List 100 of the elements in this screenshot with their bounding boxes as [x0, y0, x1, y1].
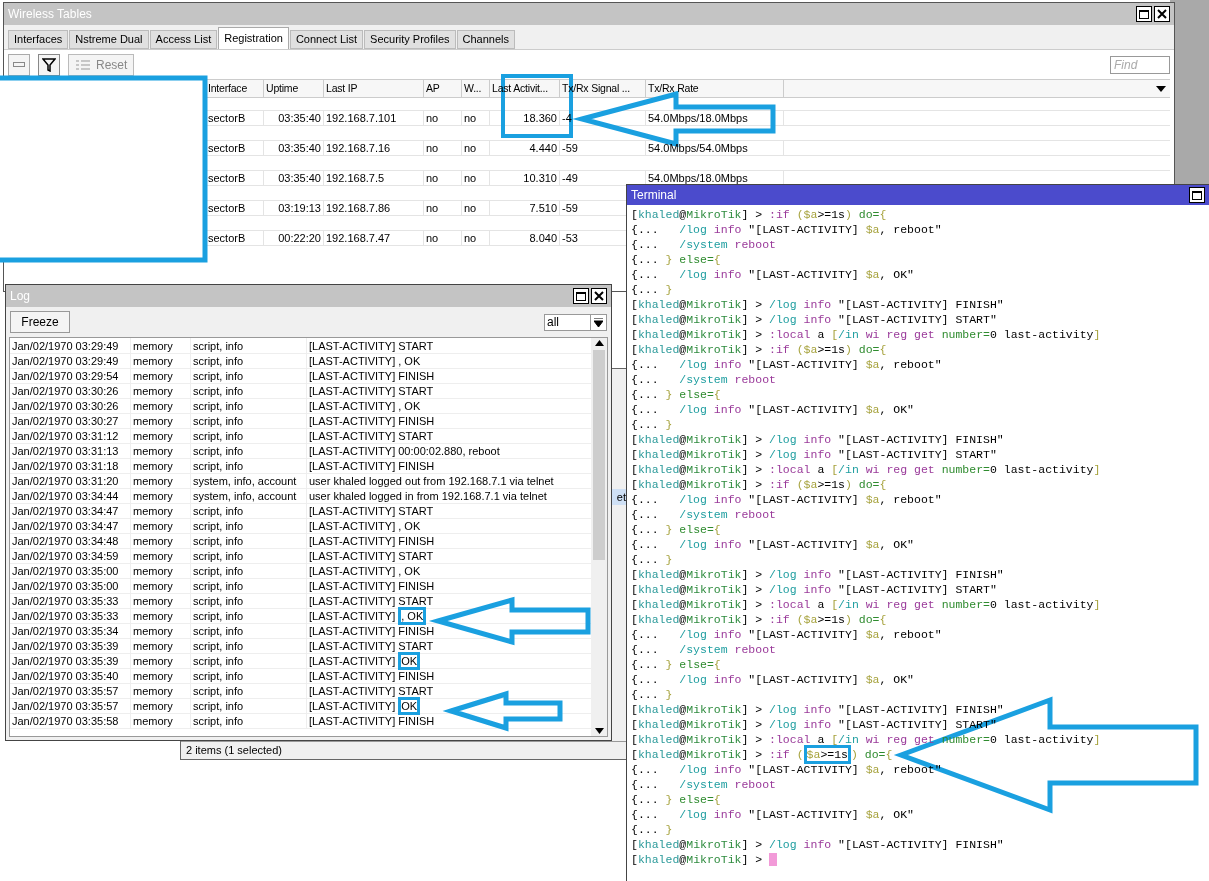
table-cell: memory — [131, 637, 191, 655]
maximize-button[interactable] — [1189, 187, 1205, 203]
table-cell: memory — [131, 562, 191, 580]
tab[interactable]: Interfaces — [8, 30, 69, 49]
tab[interactable]: Security Profiles — [364, 30, 456, 49]
terminal-line: {... /system reboot — [631, 777, 776, 792]
terminal-line: [khaled@MikroTik] > :if ($a>=1s) do={ — [631, 342, 887, 357]
close-button[interactable] — [591, 288, 607, 304]
table-cell-text: 03:35:40 — [278, 110, 321, 126]
table-cell: script, info — [191, 517, 307, 535]
terminal-line: {... } else={ — [631, 387, 721, 402]
table-cell-text: [LAST-ACTIVITY] , OK — [308, 518, 422, 534]
tab[interactable]: Registration — [218, 27, 289, 49]
terminal-line: {... /log info "[LAST-ACTIVITY] $a, reboot" — [631, 627, 942, 642]
table-cell: Jan/02/1970 03:31:12 — [10, 427, 131, 445]
column-header[interactable]: W... — [462, 80, 490, 97]
table-cell: script, info — [191, 607, 307, 625]
table-cell: memory — [131, 487, 191, 505]
maximize-button[interactable] — [573, 288, 589, 304]
table-cell-text: [LAST-ACTIVITY] START — [308, 683, 435, 699]
scrollbar-thumb[interactable] — [593, 350, 605, 560]
column-header[interactable]: Tx/Rx Rate — [646, 80, 784, 97]
filter-dropdown[interactable]: all — [544, 313, 607, 331]
table-cell: memory — [131, 457, 191, 475]
column-header[interactable]: AP — [424, 80, 462, 97]
terminal-line: {... } else={ — [631, 792, 721, 807]
table-cell-text: et — [616, 490, 626, 505]
terminal-line: [khaled@MikroTik] > /log info "[LAST-ACTIVITY] START" — [631, 447, 997, 462]
table-cell: script, info — [191, 682, 307, 700]
table-cell: Jan/02/1970 03:30:26 — [10, 397, 131, 415]
tab[interactable]: Nstreme Dual — [69, 30, 149, 49]
terminal-line: {... /log info "[LAST-ACTIVITY] $a, reboot" — [631, 492, 942, 507]
table-cell: memory — [131, 532, 191, 550]
table-cell-text: [LAST-ACTIVITY] FINISH — [308, 533, 436, 549]
terminal-line: [khaled@MikroTik] > :if ($a>=1s) do={ — [631, 207, 887, 222]
table-cell: Jan/02/1970 03:35:33 — [10, 607, 131, 625]
table-cell: memory — [131, 472, 191, 490]
table-cell: Jan/02/1970 03:34:48 — [10, 532, 131, 550]
table-cell: memory — [131, 517, 191, 535]
table-cell: script, info — [191, 442, 307, 460]
table-cell-text: [LAST-ACTIVITY] START — [308, 593, 435, 609]
close-icon — [1157, 9, 1167, 19]
table-cell: script, info — [191, 667, 307, 685]
table-cell: Jan/02/1970 03:31:13 — [10, 442, 131, 460]
table-cell: Jan/02/1970 03:35:34 — [10, 622, 131, 640]
dropdown-icon — [594, 317, 603, 327]
window-title: Terminal — [631, 187, 677, 204]
table-cell-text: 192.168.7.86 — [326, 200, 391, 216]
freeze-button[interactable]: Freeze — [10, 311, 70, 333]
table-cell: [LAST-ACTIVITY] OK — [307, 652, 423, 670]
filter-icon — [42, 57, 56, 72]
table-cell-text: 192.168.7.5 — [326, 170, 385, 186]
table-cell-text: no — [426, 170, 439, 186]
column-header[interactable]: Uptime — [264, 80, 324, 97]
table-cell-text: 192.168.7.16 — [326, 140, 391, 156]
terminal-line: [khaled@MikroTik] > :local a [/in wi reg get number=0 last-activity] — [631, 597, 1101, 612]
table-cell-text: 192.168.7.101 — [326, 110, 397, 126]
terminal-line: {... } — [631, 282, 673, 297]
scrollbar[interactable] — [591, 338, 607, 736]
table-cell-text: no — [464, 230, 477, 246]
close-button[interactable] — [1154, 6, 1170, 22]
down-arrow-icon[interactable] — [594, 728, 604, 734]
dropdown-icon[interactable] — [1156, 85, 1166, 92]
tab[interactable]: Channels — [456, 30, 516, 49]
terminal-line: {... } else={ — [631, 252, 721, 267]
table-cell: script, info — [191, 427, 307, 445]
table-cell-text: user khaled logged in from 192.168.7.1 via telnet — [308, 488, 548, 504]
terminal-line: [khaled@MikroTik] > /log info "[LAST-ACTIVITY] START" — [631, 582, 997, 597]
table-cell: memory — [131, 397, 191, 415]
table-cell-text: sectorB — [208, 110, 246, 126]
table-cell-text: user khaled logged out from 192.168.7.1 via telnet — [308, 473, 555, 489]
column-header[interactable]: Last IP — [324, 80, 424, 97]
table-cell-text: [LAST-ACTIVITY] FINISH — [308, 368, 436, 384]
terminal-line: {... } — [631, 687, 673, 702]
table-cell-text: 03:19:13 — [278, 200, 321, 216]
up-arrow-icon[interactable] — [594, 340, 604, 346]
table-cell-text: [LAST-ACTIVITY] FINISH — [308, 413, 436, 429]
table-cell: script, info — [191, 562, 307, 580]
tab[interactable]: Connect List — [289, 30, 364, 49]
table-cell-text: [LAST-ACTIVITY] START — [308, 638, 435, 654]
filter-button[interactable] — [38, 53, 60, 76]
table-cell: Jan/02/1970 03:34:47 — [10, 517, 131, 535]
terminal-line: {... /log info "[LAST-ACTIVITY] $a, OK" — [631, 267, 914, 282]
terminal-line: {... } else={ — [631, 657, 721, 672]
table-cell: script, info — [191, 412, 307, 430]
terminal-line: [khaled@MikroTik] > /log info "[LAST-ACTIVITY] FINISH" — [631, 297, 1004, 312]
tab[interactable]: Access List — [149, 30, 218, 49]
table-cell: script, info — [191, 338, 307, 355]
maximize-button[interactable] — [1136, 6, 1152, 22]
table-cell-text: -59 — [562, 200, 578, 216]
table-cell-text: sectorB — [208, 200, 246, 216]
table-cell: memory — [131, 547, 191, 565]
table-cell-text: [LAST-ACTIVITY] START — [308, 428, 435, 444]
table-cell-text: no — [426, 230, 439, 246]
terminal-line: {... } — [631, 822, 673, 837]
table-cell-text: [LAST-ACTIVITY] START — [308, 383, 435, 399]
table-cell: system, info, account — [191, 472, 307, 490]
remove-button[interactable] — [8, 53, 30, 76]
find-field[interactable]: Find — [1110, 55, 1170, 74]
table-cell-text: [LAST-ACTIVITY] 00:00:02.880, reboot — [308, 443, 501, 459]
